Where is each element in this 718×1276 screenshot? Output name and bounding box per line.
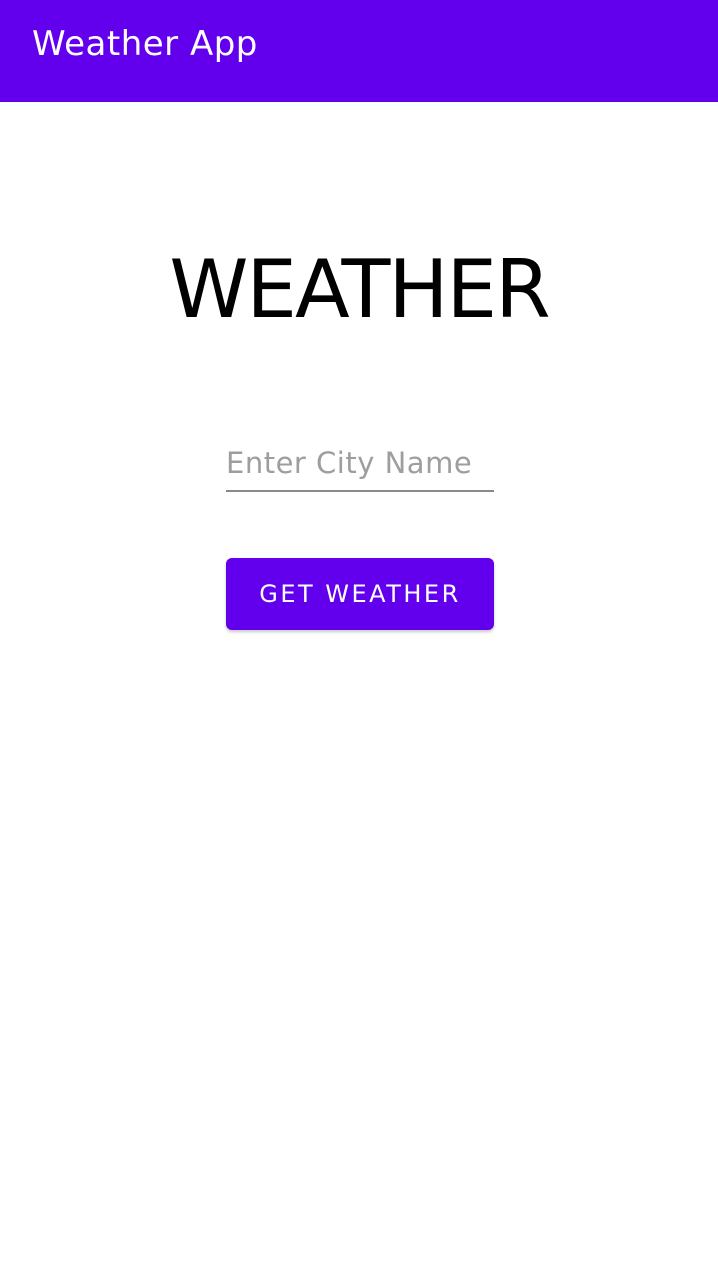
- city-name-input[interactable]: [226, 440, 494, 492]
- get-weather-button[interactable]: GET WEATHER: [226, 558, 494, 630]
- main-content: WEATHER GET WEATHER: [0, 102, 718, 1276]
- app-title: Weather App: [32, 24, 258, 64]
- app-bar: Weather App: [0, 0, 718, 102]
- weather-heading: WEATHER: [169, 243, 550, 336]
